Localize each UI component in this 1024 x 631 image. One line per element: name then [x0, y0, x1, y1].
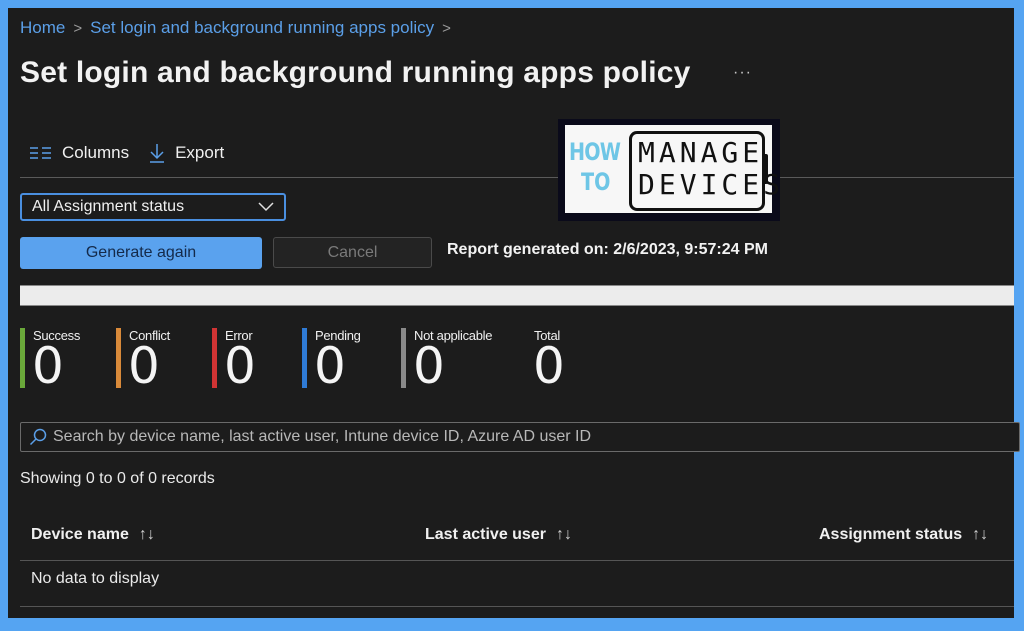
- stat-value: 0: [128, 337, 160, 395]
- column-label: Device name: [31, 526, 129, 543]
- stat-color-bar: [212, 328, 217, 388]
- watermark-logo: HOW TO MANAGE DEVICES: [558, 119, 780, 221]
- sort-icon: ↑↓: [972, 526, 989, 543]
- logo-text-manage: MANAGE: [638, 136, 764, 169]
- progress-bar: [20, 285, 1014, 306]
- stat-value: 0: [314, 337, 346, 395]
- column-label: Assignment status: [819, 526, 963, 543]
- more-options-icon[interactable]: ···: [733, 64, 752, 82]
- breadcrumb: Home > Set login and background running ap…: [20, 18, 459, 38]
- column-header-assignment-status[interactable]: Assignment status ↑↓: [819, 526, 988, 544]
- stat-color-bar: [302, 328, 307, 388]
- sort-icon: ↑↓: [138, 526, 155, 543]
- columns-icon: [30, 147, 51, 159]
- stat-color-bar: [116, 328, 121, 388]
- chevron-right-icon: >: [442, 20, 451, 37]
- search-icon: [29, 428, 47, 446]
- search-placeholder: Search by device name, last active user,…: [53, 428, 592, 445]
- empty-table-message: No data to display: [31, 570, 160, 587]
- logo-text-to: TO: [581, 168, 611, 196]
- stat-value: 0: [533, 337, 565, 395]
- stat-color-bar: [401, 328, 406, 388]
- page-title: Set login and background running apps po…: [20, 56, 691, 89]
- cancel-button[interactable]: Cancel: [273, 237, 432, 268]
- chevron-down-icon: [258, 202, 274, 212]
- stat-value: 0: [224, 337, 256, 395]
- dropdown-value: All Assignment status: [32, 198, 185, 215]
- export-label: Export: [175, 143, 225, 162]
- breadcrumb-home[interactable]: Home: [20, 18, 65, 37]
- table-row-divider: [20, 606, 1014, 607]
- export-button[interactable]: Export: [149, 143, 224, 163]
- stat-value: 0: [32, 337, 64, 395]
- column-header-device-name[interactable]: Device name ↑↓: [31, 526, 155, 544]
- records-count: Showing 0 to 0 of 0 records: [20, 470, 215, 487]
- stat-value: 0: [413, 337, 445, 395]
- breadcrumb-policy[interactable]: Set login and background running apps po…: [90, 18, 434, 37]
- column-label: Last active user: [425, 526, 546, 543]
- assignment-status-dropdown[interactable]: All Assignment status: [20, 193, 286, 221]
- search-input[interactable]: Search by device name, last active user,…: [20, 422, 1020, 452]
- logo-text-devices: DEVICES: [638, 168, 785, 201]
- stat-color-bar: [20, 328, 25, 388]
- sort-icon: ↑↓: [555, 526, 572, 543]
- main-panel: Home > Set login and background running ap…: [8, 8, 1020, 618]
- generate-again-button[interactable]: Generate again: [20, 237, 262, 269]
- chevron-right-icon: >: [73, 20, 83, 37]
- toolbar: Columns Export: [30, 143, 244, 163]
- columns-button[interactable]: Columns: [30, 143, 129, 163]
- toolbar-divider: [20, 177, 1014, 178]
- report-generated-text: Report generated on: 2/6/2023, 9:57:24 P…: [447, 241, 768, 258]
- logo-device-frame: MANAGE DEVICES: [629, 131, 780, 211]
- download-icon: [150, 144, 165, 163]
- table-header-divider: [20, 560, 1014, 561]
- column-header-last-active-user[interactable]: Last active user ↑↓: [425, 526, 572, 544]
- columns-label: Columns: [62, 143, 130, 162]
- logo-text-how: HOW: [569, 138, 621, 166]
